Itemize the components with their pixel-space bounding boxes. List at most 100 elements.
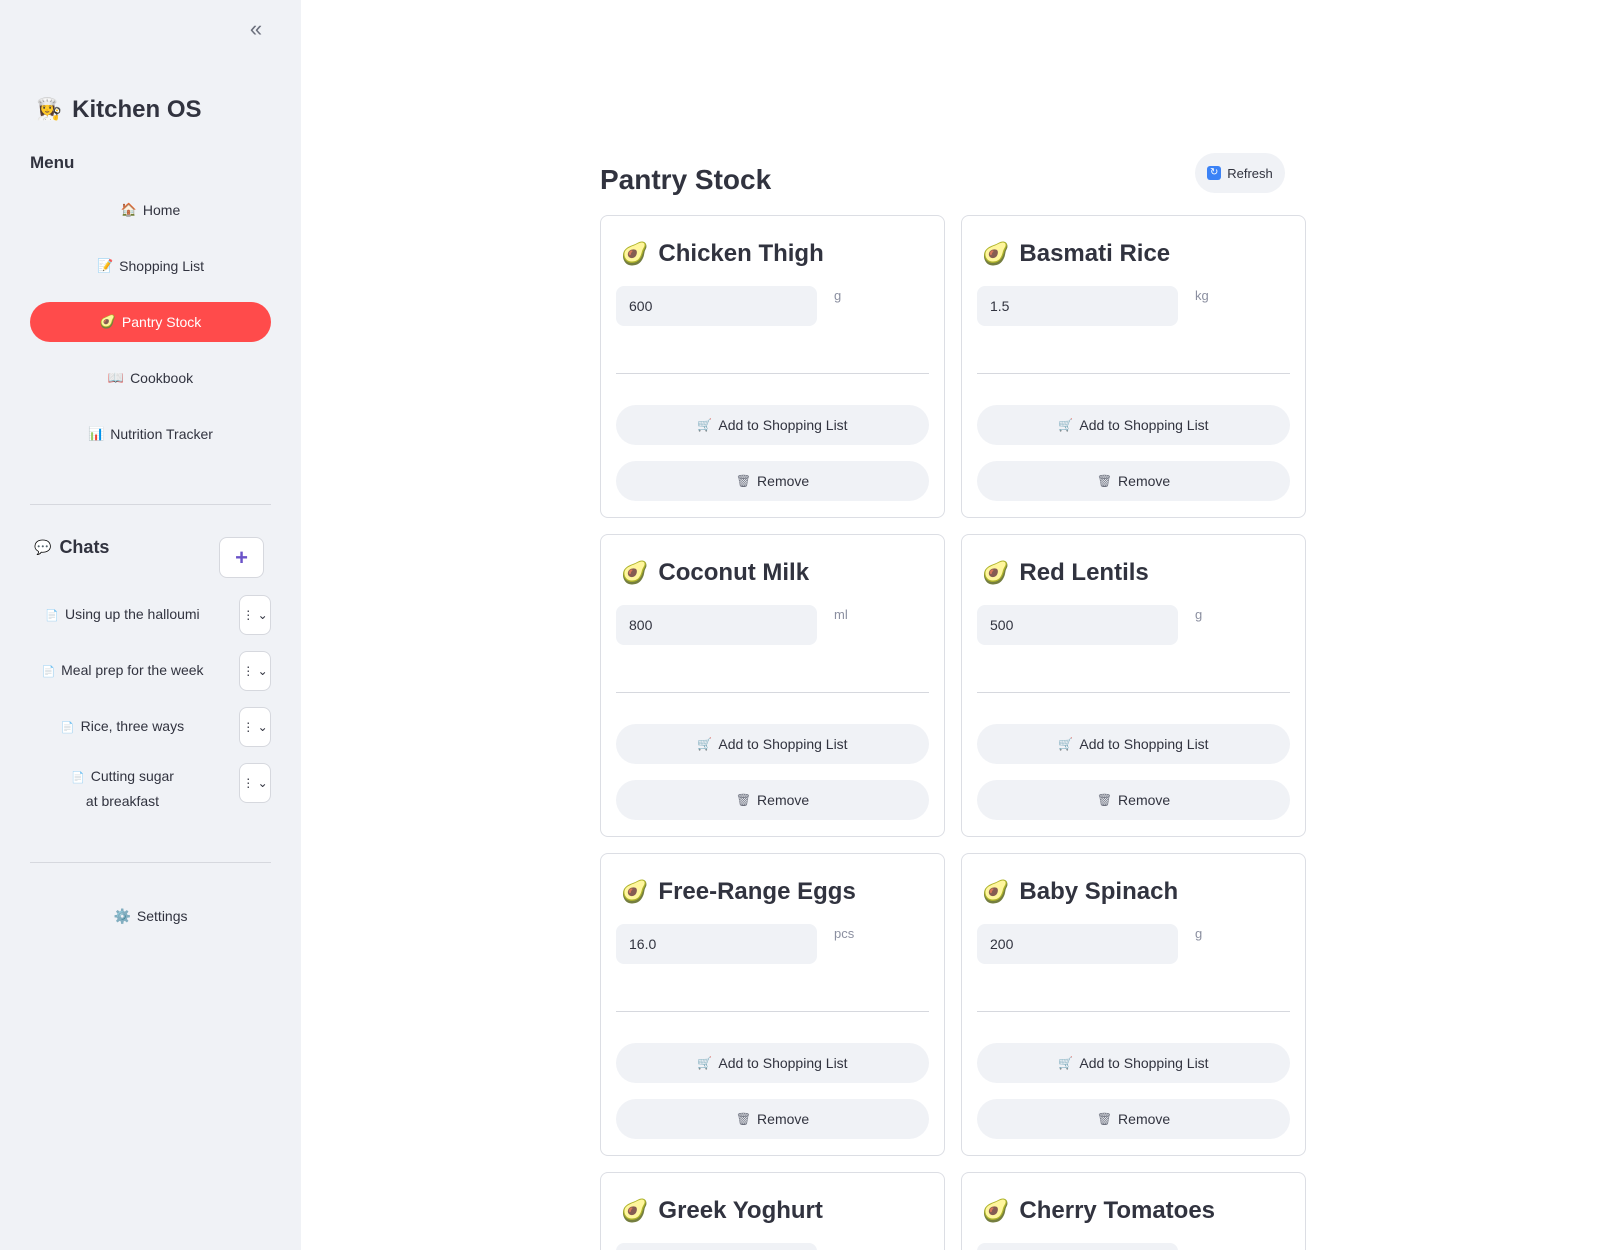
speech-bubble-icon: 💬 <box>34 539 52 555</box>
brand: 👩‍🍳 Kitchen OS <box>36 96 202 124</box>
avocado-icon: 🥑 <box>99 314 116 329</box>
chat-item[interactable]: 📄 Meal prep for the week <box>30 651 215 691</box>
quantity-input[interactable] <box>616 1243 817 1250</box>
chat-item[interactable]: 📄 Cutting sugar at breakfast <box>30 763 215 815</box>
pantry-item-card: 🥑 Baby Spinach g 🛒 Add to Shopping List … <box>961 853 1306 1156</box>
book-icon: 📖 <box>107 370 125 385</box>
nav-item-label: Cookbook <box>130 370 194 386</box>
unit-label: g <box>1195 607 1203 622</box>
avocado-icon: 🥑 <box>621 241 649 266</box>
item-header: 🥑 Chicken Thigh <box>621 240 824 268</box>
trash-icon: 🗑 <box>1096 474 1113 488</box>
add-to-shopping-list-button[interactable]: 🛒 Add to Shopping List <box>977 724 1290 764</box>
unit-label: g <box>1195 1245 1202 1250</box>
shopping-cart-icon: 🛒 <box>1058 1056 1074 1070</box>
card-divider <box>616 373 929 374</box>
trash-icon: 🗑 <box>1096 793 1113 807</box>
remove-button[interactable]: 🗑 Remove <box>616 1099 929 1139</box>
quantity-input[interactable] <box>616 286 817 326</box>
chat-options-button[interactable]: ⋮ ⌄ <box>239 651 271 691</box>
chat-row: 📄 Cutting sugar at breakfast ⋮ ⌄ <box>30 763 271 809</box>
app-title: Kitchen OS <box>72 96 202 123</box>
trash-icon: 🗑 <box>735 1112 752 1126</box>
refresh-label: Refresh <box>1227 165 1273 181</box>
add-to-shopping-list-button[interactable]: 🛒 Add to Shopping List <box>616 724 929 764</box>
shopping-cart-icon: 🛒 <box>697 1056 713 1070</box>
avocado-icon: 🥑 <box>621 560 649 585</box>
refresh-icon: ↻ <box>1207 166 1222 180</box>
button-label: Add to Shopping List <box>1079 417 1209 433</box>
main-content: Pantry Stock ↻ Refresh 🥑 Chicken Thigh g… <box>301 0 1600 1250</box>
document-icon: 📄 <box>45 609 60 622</box>
chat-item[interactable]: 📄 Using up the halloumi <box>30 595 215 635</box>
sidebar-divider <box>30 862 271 863</box>
quantity-input[interactable] <box>977 605 1178 645</box>
unit-label: ml <box>834 607 848 622</box>
remove-button[interactable]: 🗑 Remove <box>616 461 929 501</box>
chat-options-button[interactable]: ⋮ ⌄ <box>239 595 271 635</box>
settings-button[interactable]: ⚙️ Settings <box>30 896 271 936</box>
chat-title: Rice, three ways <box>80 717 185 734</box>
item-name: Coconut Milk <box>658 559 810 586</box>
document-icon: 📄 <box>60 721 75 734</box>
chat-title: Meal prep for the week <box>61 661 204 678</box>
shopping-cart-icon: 🛒 <box>1058 418 1074 432</box>
avocado-icon: 🥑 <box>982 879 1010 904</box>
nav-item-nutrition-tracker[interactable]: 📊 Nutrition Tracker <box>30 414 271 454</box>
nav-item-home[interactable]: 🏠 Home <box>30 190 271 230</box>
remove-button[interactable]: 🗑 Remove <box>977 461 1290 501</box>
chat-item[interactable]: 📄 Rice, three ways <box>30 707 215 747</box>
button-label: Remove <box>1118 473 1171 489</box>
main-nav: 🏠 Home 📝 Shopping List 🥑 Pantry Stock 📖 … <box>30 190 271 470</box>
settings-label: Settings <box>136 908 188 924</box>
new-chat-button[interactable]: + <box>219 537 264 578</box>
item-name: Free-Range Eggs <box>658 878 856 905</box>
quantity-input[interactable] <box>616 924 817 964</box>
nav-item-label: Shopping List <box>119 258 205 274</box>
item-header: 🥑 Coconut Milk <box>621 559 809 587</box>
document-icon: 📄 <box>41 665 56 678</box>
card-divider <box>616 692 929 693</box>
button-label: Remove <box>757 1111 810 1127</box>
add-to-shopping-list-button[interactable]: 🛒 Add to Shopping List <box>616 405 929 445</box>
collapse-sidebar-icon[interactable]: « <box>244 18 268 42</box>
quantity-input[interactable] <box>977 286 1178 326</box>
bar-chart-icon: 📊 <box>88 426 105 441</box>
avocado-icon: 🥑 <box>982 1198 1010 1223</box>
unit-label: pcs <box>834 926 855 941</box>
item-name: Red Lentils <box>1019 559 1149 586</box>
nav-item-shopping-list[interactable]: 📝 Shopping List <box>30 246 271 286</box>
pantry-item-card: 🥑 Chicken Thigh g 🛒 Add to Shopping List… <box>600 215 945 518</box>
button-label: Add to Shopping List <box>1079 736 1209 752</box>
add-to-shopping-list-button[interactable]: 🛒 Add to Shopping List <box>616 1043 929 1083</box>
remove-button[interactable]: 🗑 Remove <box>977 780 1290 820</box>
quantity-input[interactable] <box>977 1243 1178 1250</box>
add-to-shopping-list-button[interactable]: 🛒 Add to Shopping List <box>977 1043 1290 1083</box>
remove-button[interactable]: 🗑 Remove <box>616 780 929 820</box>
refresh-button[interactable]: ↻ Refresh <box>1195 153 1285 193</box>
trash-icon: 🗑 <box>1096 1112 1113 1126</box>
chat-title: Using up the halloumi <box>65 605 200 622</box>
gear-icon: ⚙️ <box>113 907 131 924</box>
add-to-shopping-list-button[interactable]: 🛒 Add to Shopping List <box>977 405 1290 445</box>
document-icon: 📄 <box>71 772 85 784</box>
button-label: Remove <box>1118 1111 1171 1127</box>
button-label: Add to Shopping List <box>1079 1055 1209 1071</box>
quantity-input[interactable] <box>977 924 1178 964</box>
avocado-icon: 🥑 <box>621 1198 649 1223</box>
house-icon: 🏠 <box>120 202 137 217</box>
pantry-item-card: 🥑 Greek Yoghurt g <box>600 1172 945 1250</box>
shopping-cart-icon: 🛒 <box>697 737 713 751</box>
nav-item-pantry-stock[interactable]: 🥑 Pantry Stock <box>30 302 271 342</box>
trash-icon: 🗑 <box>735 793 752 807</box>
remove-button[interactable]: 🗑 Remove <box>977 1099 1290 1139</box>
chat-options-button[interactable]: ⋮ ⌄ <box>239 763 271 803</box>
nav-item-cookbook[interactable]: 📖 Cookbook <box>30 358 271 398</box>
chats-header: 💬 Chats <box>34 537 109 558</box>
item-name: Chicken Thigh <box>658 240 824 267</box>
sidebar-divider <box>30 504 271 505</box>
quantity-input[interactable] <box>616 605 817 645</box>
chat-options-button[interactable]: ⋮ ⌄ <box>239 707 271 747</box>
item-header: 🥑 Cherry Tomatoes <box>982 1197 1215 1225</box>
unit-label: kg <box>1195 288 1209 303</box>
